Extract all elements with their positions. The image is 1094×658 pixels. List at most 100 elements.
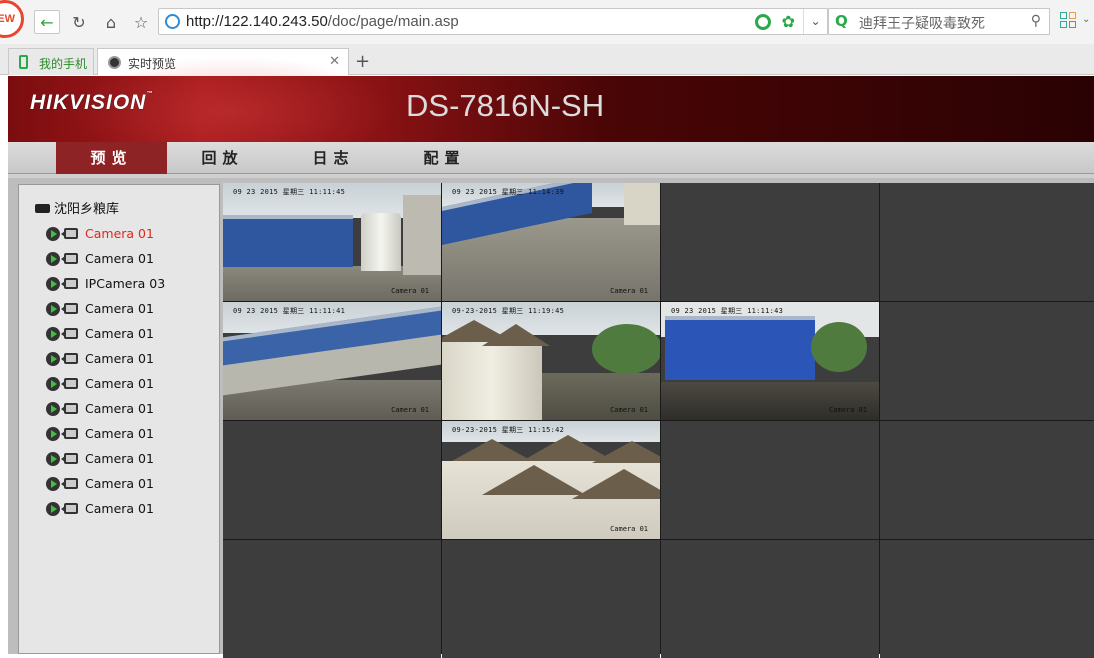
star-icon[interactable]: ☆: [128, 10, 154, 34]
address-url[interactable]: http://122.140.243.50/doc/page/main.asp: [186, 13, 459, 30]
camera-icon: [61, 378, 78, 389]
video-frame: [223, 183, 441, 301]
play-icon[interactable]: [46, 501, 60, 516]
video-window[interactable]: 09 23 2015 星期三 11:11:45 Camera 01: [223, 183, 441, 301]
tree-root[interactable]: 沈阳乡粮库: [35, 198, 119, 217]
osd-timestamp: 09 23 2015 星期三 11:14:39: [452, 188, 565, 196]
camera-list-item[interactable]: Camera 01: [46, 296, 165, 321]
video-frame: [442, 302, 660, 420]
empty-video-window[interactable]: [880, 540, 1094, 658]
video-grid: 09 23 2015 星期三 11:11:45 Camera 01 09 23 20…: [223, 183, 1094, 658]
osd-camera-name: Camera 01: [610, 406, 648, 414]
camera-label: Camera 01: [85, 501, 154, 516]
trademark: ™: [146, 91, 154, 97]
empty-video-window[interactable]: [661, 540, 879, 658]
empty-video-window[interactable]: [661, 183, 879, 301]
empty-video-window[interactable]: [880, 302, 1094, 420]
play-icon[interactable]: [46, 226, 60, 241]
home-icon[interactable]: ⌂: [98, 10, 124, 34]
camera-list-item[interactable]: Camera 01: [46, 371, 165, 396]
camera-icon: [61, 478, 78, 489]
empty-video-window[interactable]: [661, 421, 879, 539]
play-icon[interactable]: [46, 376, 60, 391]
menu-preview[interactable]: 预览: [56, 142, 167, 174]
security-icon[interactable]: [755, 14, 771, 30]
search-box[interactable]: Q 迪拜王子疑吸毒致死 ⚲: [828, 8, 1050, 35]
dvr-icon: [35, 204, 50, 213]
play-icon[interactable]: [46, 251, 60, 266]
osd-timestamp: 09-23-2015 星期三 11:19:45: [452, 307, 565, 315]
video-frame: [442, 421, 660, 539]
empty-video-window[interactable]: [880, 421, 1094, 539]
more-icon[interactable]: ⌄: [1082, 14, 1090, 25]
url-path: /doc/page/main.asp: [327, 13, 459, 30]
video-window[interactable]: 09-23-2015 星期三 11:19:45 Camera 01: [442, 302, 660, 420]
new-badge: EW: [0, 0, 24, 38]
search-engine-icon[interactable]: Q: [835, 12, 848, 30]
chevron-down-icon[interactable]: ⌄: [803, 9, 827, 34]
camera-favicon: [108, 56, 121, 69]
apps-icon[interactable]: [1060, 12, 1078, 30]
video-window[interactable]: 09 23 2015 星期三 11:14:39 Camera 01: [442, 183, 660, 301]
camera-label: Camera 01: [85, 376, 154, 391]
osd-camera-name: Camera 01: [829, 406, 867, 414]
globe-icon: [165, 14, 180, 29]
play-icon[interactable]: [46, 426, 60, 441]
tree-root-label: 沈阳乡粮库: [54, 202, 120, 217]
video-window[interactable]: 09 23 2015 星期三 11:11:41 Camera 01: [223, 302, 441, 420]
device-model: DS-7816N-SH: [406, 88, 605, 123]
camera-label: Camera 01: [85, 226, 154, 241]
camera-label: Camera 01: [85, 401, 154, 416]
osd-timestamp: 09 23 2015 星期三 11:11:43: [671, 307, 784, 315]
camera-list-item[interactable]: Camera 01: [46, 496, 165, 521]
address-bar[interactable]: http://122.140.243.50/doc/page/main.asp …: [158, 8, 828, 35]
camera-icon: [61, 328, 78, 339]
menu-log[interactable]: 日志: [278, 142, 389, 174]
camera-list-item[interactable]: Camera 01: [46, 321, 165, 346]
back-arrow-icon[interactable]: ←: [34, 10, 60, 34]
reload-icon[interactable]: ↻: [66, 10, 92, 34]
camera-list-item[interactable]: IPCamera 03: [46, 271, 165, 296]
empty-video-window[interactable]: [223, 421, 441, 539]
video-window[interactable]: 09 23 2015 星期三 11:11:43 Camera 01: [661, 302, 879, 420]
empty-video-window[interactable]: [442, 540, 660, 658]
play-icon[interactable]: [46, 326, 60, 341]
play-icon[interactable]: [46, 276, 60, 291]
camera-list-item[interactable]: Camera 01: [46, 396, 165, 421]
video-window[interactable]: 09-23-2015 星期三 11:15:42 Camera 01: [442, 421, 660, 539]
brand-name: HIKVISION: [30, 91, 147, 114]
empty-video-window[interactable]: [223, 540, 441, 658]
play-icon[interactable]: [46, 476, 60, 491]
camera-list-item[interactable]: Camera 01: [46, 246, 165, 271]
camera-list-item[interactable]: Camera 01: [46, 221, 165, 246]
camera-label: Camera 01: [85, 451, 154, 466]
menu-config[interactable]: 配置: [389, 142, 500, 174]
camera-icon: [61, 253, 78, 264]
play-icon[interactable]: [46, 351, 60, 366]
play-icon[interactable]: [46, 301, 60, 316]
new-tab-button[interactable]: +: [355, 51, 370, 72]
osd-camera-name: Camera 01: [391, 406, 429, 414]
camera-list-item[interactable]: Camera 01: [46, 421, 165, 446]
empty-video-window[interactable]: [880, 183, 1094, 301]
camera-list-item[interactable]: Camera 01: [46, 446, 165, 471]
camera-list-item[interactable]: Camera 01: [46, 471, 165, 496]
play-icon[interactable]: [46, 451, 60, 466]
header-banner: HIKVISION™ DS-7816N-SH: [8, 56, 1094, 166]
camera-label: Camera 01: [85, 301, 154, 316]
camera-label: Camera 01: [85, 251, 154, 266]
phone-icon: [19, 55, 28, 69]
camera-label: Camera 01: [85, 351, 154, 366]
camera-icon: [61, 453, 78, 464]
osd-timestamp: 09-23-2015 星期三 11:15:42: [452, 426, 565, 434]
leaf-icon[interactable]: ✿: [782, 12, 795, 31]
camera-list-item[interactable]: Camera 01: [46, 346, 165, 371]
play-icon[interactable]: [46, 401, 60, 416]
search-icon[interactable]: ⚲: [1031, 13, 1041, 29]
camera-icon: [61, 278, 78, 289]
tab-my-phone[interactable]: 我的手机: [8, 48, 94, 75]
camera-list: Camera 01 Camera 01 IPCamera 03 Camera 01 Ca…: [46, 221, 165, 521]
menu-playback[interactable]: 回放: [167, 142, 278, 174]
hikvision-logo: HIKVISION™: [30, 91, 153, 115]
search-input[interactable]: 迪拜王子疑吸毒致死: [859, 13, 985, 33]
